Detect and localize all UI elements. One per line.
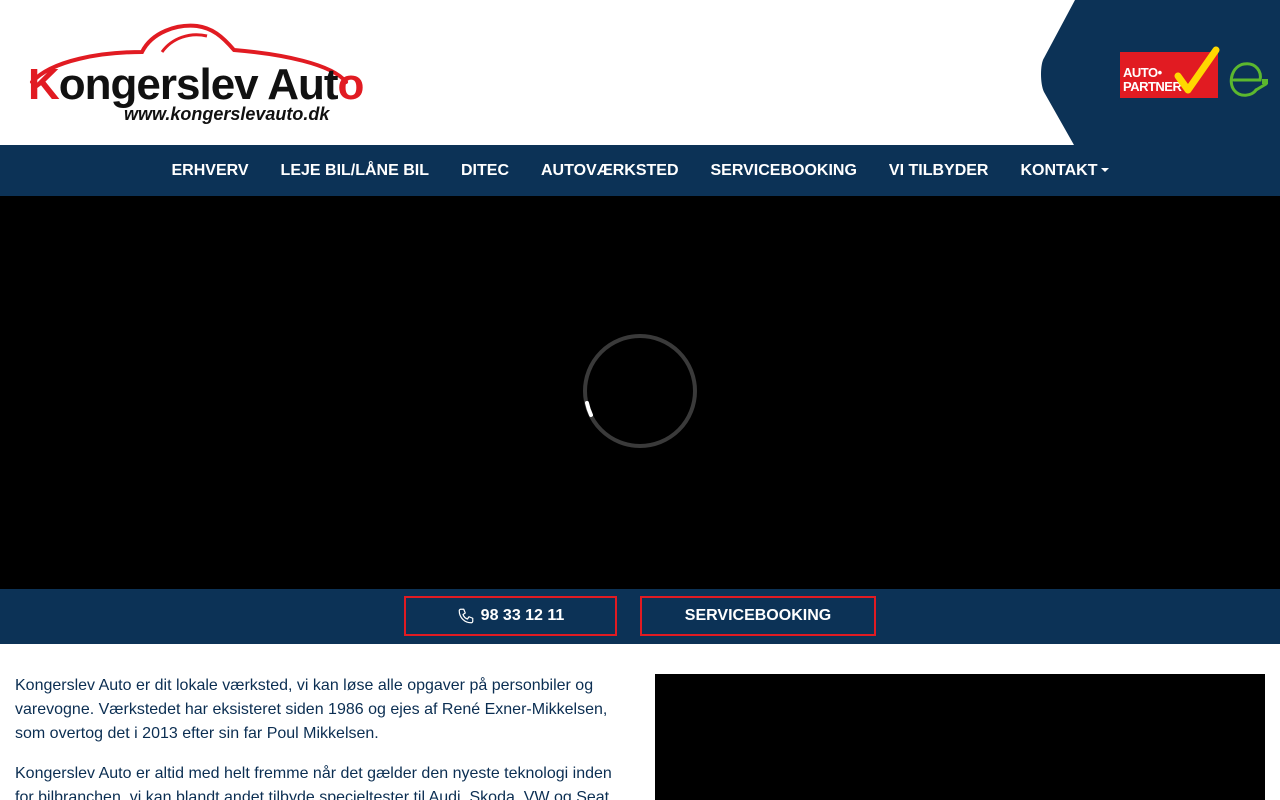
servicebooking-button[interactable]: SERVICEBOOKING xyxy=(640,596,876,636)
site-header: Kongerslev Auto www.kongerslevauto.dk AU… xyxy=(0,0,1280,145)
nav-item-servicebooking[interactable]: SERVICEBOOKING xyxy=(695,145,873,196)
intro-paragraph-1: Kongerslev Auto er dit lokale værksted, … xyxy=(15,677,608,742)
loading-spinner-icon xyxy=(583,334,697,448)
autopartner-logo: AUTO• PARTNER xyxy=(1120,46,1220,98)
intro-text: Kongerslev Auto er dit lokale værksted, … xyxy=(15,674,630,800)
nav-item-erhverv[interactable]: ERHVERV xyxy=(155,145,264,196)
main-nav: ERHVERV LEJE BIL/LÅNE BIL DITEC AUTOVÆRK… xyxy=(0,145,1280,196)
phone-icon xyxy=(458,608,474,624)
chevron-down-icon xyxy=(1100,168,1109,172)
phone-button[interactable]: 98 33 12 11 xyxy=(404,596,617,636)
site-logo[interactable]: Kongerslev Auto www.kongerslevauto.dk xyxy=(12,20,364,125)
nav-item-ditec[interactable]: DITEC xyxy=(445,145,525,196)
checkmark-icon xyxy=(1174,46,1220,94)
nav-item-vi-tilbyder[interactable]: VI TILBYDER xyxy=(873,145,1005,196)
hero-video[interactable] xyxy=(0,196,1280,589)
brand-name: Kongerslev Auto xyxy=(28,60,364,109)
intro-paragraph-2: Kongerslev Auto er altid med helt fremme… xyxy=(15,765,614,800)
cta-bar: 98 33 12 11 SERVICEBOOKING xyxy=(0,589,1280,644)
partner-badges: AUTO• PARTNER xyxy=(1040,0,1280,145)
nav-item-kontakt[interactable]: KONTAKT xyxy=(1004,145,1124,196)
embedded-video[interactable] xyxy=(655,674,1265,800)
e-plug-icon xyxy=(1229,62,1268,97)
nav-item-autovaerksted[interactable]: AUTOVÆRKSTED xyxy=(525,145,695,196)
brand-url: www.kongerslevauto.dk xyxy=(124,104,330,124)
nav-item-leje-bil[interactable]: LEJE BIL/LÅNE BIL xyxy=(265,145,445,196)
